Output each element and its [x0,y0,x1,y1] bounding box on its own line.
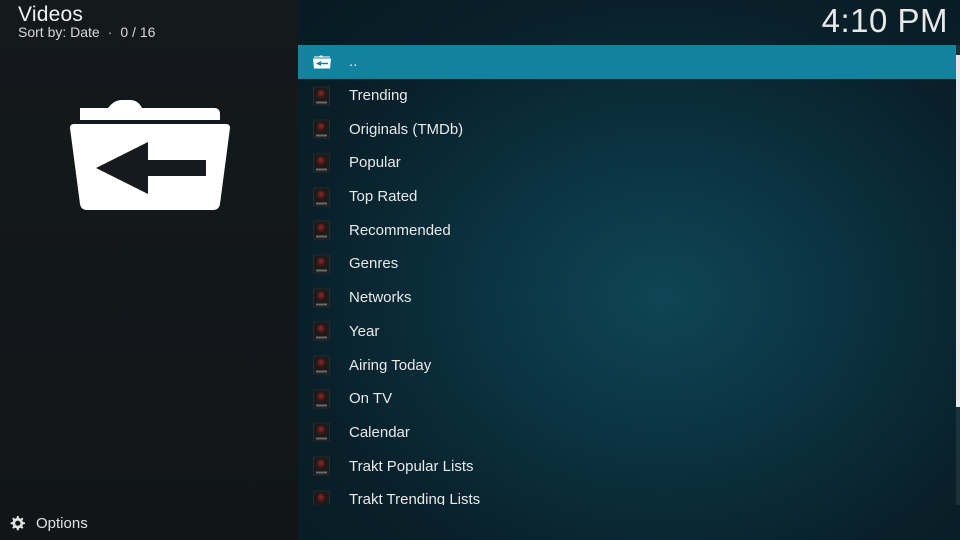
scrollbar-thumb[interactable] [956,55,960,407]
addon-thumbnail-icon [313,254,330,274]
gear-icon [10,516,25,531]
list-item[interactable]: Trakt Popular Lists [298,449,956,483]
list-item[interactable]: Genres [298,247,956,281]
options-button[interactable]: Options [8,514,88,532]
list-item-label: Trakt Trending Lists [349,491,481,505]
addon-thumbnail-icon [313,288,330,308]
list-item-label: Calendar [349,423,410,441]
addon-thumbnail-icon [313,187,330,207]
list-item[interactable]: Top Rated [298,180,956,214]
list-item[interactable]: Year [298,315,956,349]
addon-thumbnail-icon [313,456,330,476]
addon-thumbnail-icon [313,422,330,442]
addon-thumbnail-icon [313,490,330,505]
list-item[interactable]: Calendar [298,416,956,450]
clock: 4:10 PM [821,2,948,39]
addon-thumbnail-icon [313,119,330,139]
list-item-label: Trending [349,87,408,105]
list-item-label: Networks [349,289,412,307]
addon-thumbnail-icon [313,86,330,106]
list-item-label: On TV [349,390,393,408]
list-item-label: Top Rated [349,188,418,206]
list-item[interactable]: Trakt Trending Lists [298,483,956,505]
list-item[interactable]: Trending [298,79,956,113]
addon-thumbnail-icon [313,153,330,173]
separator: · [107,24,113,40]
list-item[interactable]: On TV [298,382,956,416]
list-item-label: Trakt Popular Lists [349,457,474,475]
list-item-label: Year [349,322,380,340]
info-panel [0,0,298,540]
list-item-label: .. [349,53,358,71]
addon-thumbnail-icon [313,220,330,240]
list-scrollbar[interactable] [956,45,960,505]
addon-thumbnail-icon [313,355,330,375]
addon-thumbnail-icon [313,321,330,341]
list-item[interactable]: Recommended [298,213,956,247]
folder-back-icon [313,55,331,69]
list-item[interactable]: Originals (TMDb) [298,112,956,146]
list-item-label: Originals (TMDb) [349,120,464,138]
sort-info: Sort by: Date · 0 / 16 [18,24,155,40]
sort-label[interactable]: Sort by: Date [18,24,100,40]
list-item-label: Genres [349,255,399,273]
folder-back-icon [68,100,232,212]
list-item-label: Airing Today [349,356,432,374]
addon-thumbnail-icon [313,389,330,409]
list-item[interactable]: Popular [298,146,956,180]
item-list[interactable]: .. Trending Originals (TMDb) Popular Top Rat… [298,45,956,505]
list-item-parent[interactable]: .. [298,45,956,79]
options-label: Options [36,514,88,532]
list-item-label: Popular [349,154,401,172]
list-item[interactable]: Airing Today [298,348,956,382]
item-count: 0 / 16 [120,24,156,40]
list-item[interactable]: Networks [298,281,956,315]
list-item-label: Recommended [349,221,451,239]
